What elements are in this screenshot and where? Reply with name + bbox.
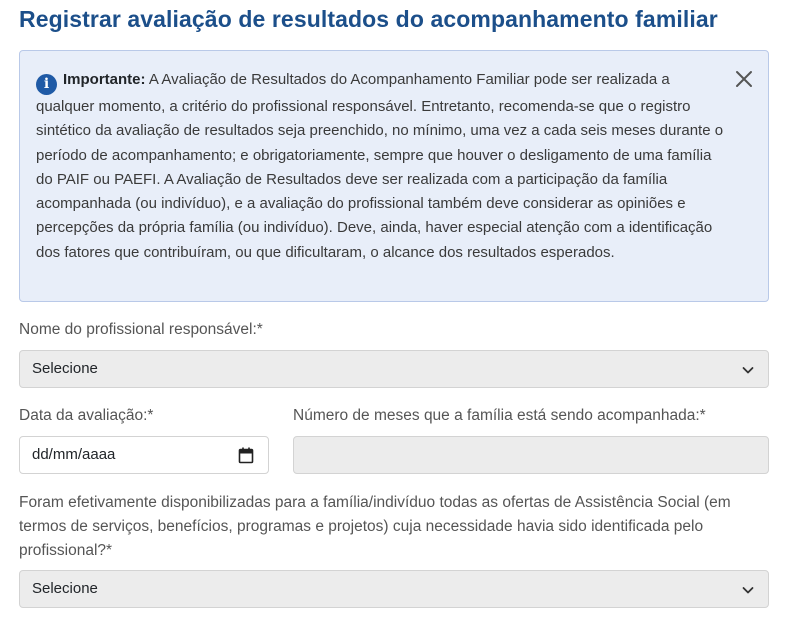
chevron-down-icon [742,587,754,594]
evaluation-date-value: dd/mm/aaaa [32,446,116,463]
months-label: Número de meses que a família está sendo… [293,407,706,424]
offers-select-value: Selecione [32,580,98,597]
alert-body: A Avaliação de Resultados do Acompanhame… [36,71,724,261]
alert-heading: Importante: [63,71,146,88]
professional-select[interactable]: Selecione [19,350,769,388]
alert-message: i Importante: A Avaliação de Resultados d… [36,68,726,265]
evaluation-date-label: Data da avaliação:* [19,407,154,424]
chevron-down-icon [742,367,754,374]
evaluation-date-input[interactable]: dd/mm/aaaa [19,436,269,474]
months-input[interactable] [293,436,769,474]
professional-select-value: Selecione [32,360,98,377]
professional-label: Nome do profissional responsável:* [19,321,263,338]
info-alert: i Importante: A Avaliação de Resultados d… [19,50,769,302]
info-icon: i [36,74,57,95]
close-icon[interactable] [734,69,754,89]
offers-select[interactable]: Selecione [19,570,769,608]
page-title: Registrar avaliação de resultados do aco… [19,6,718,32]
calendar-icon[interactable] [238,447,254,464]
offers-label: Foram efetivamente disponibilizadas para… [19,494,731,559]
